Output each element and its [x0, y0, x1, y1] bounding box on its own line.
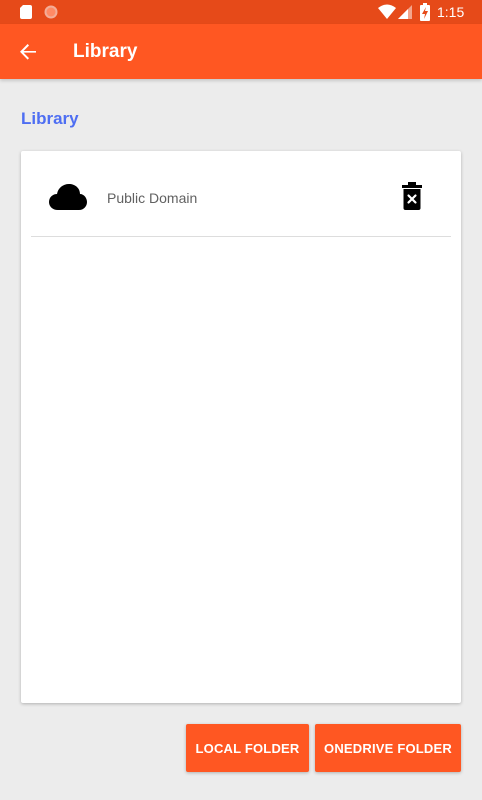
- local-folder-button[interactable]: LOCAL FOLDER: [186, 724, 309, 772]
- signal-icon: [398, 5, 412, 19]
- library-list-item[interactable]: Public Domain: [31, 151, 451, 237]
- wifi-icon: [378, 4, 396, 19]
- battery-charging-icon: [420, 3, 430, 21]
- status-clock: 1:15: [437, 4, 465, 20]
- library-list-card: Public Domain: [21, 151, 461, 703]
- sd-card-icon: [20, 5, 32, 19]
- app-bar: Library: [0, 24, 482, 79]
- library-item-label: Public Domain: [107, 190, 198, 206]
- app-bar-title: Library: [73, 41, 138, 62]
- back-button[interactable]: [12, 36, 44, 68]
- record-icon: [44, 5, 58, 19]
- arrow-back-icon: [20, 44, 36, 60]
- section-heading: Library: [21, 109, 79, 128]
- status-bar: 1:15: [0, 0, 482, 24]
- cloud-icon: [49, 184, 87, 210]
- delete-button[interactable]: [399, 181, 425, 211]
- onedrive-folder-button[interactable]: ONEDRIVE FOLDER: [315, 724, 461, 772]
- delete-icon: [402, 182, 422, 210]
